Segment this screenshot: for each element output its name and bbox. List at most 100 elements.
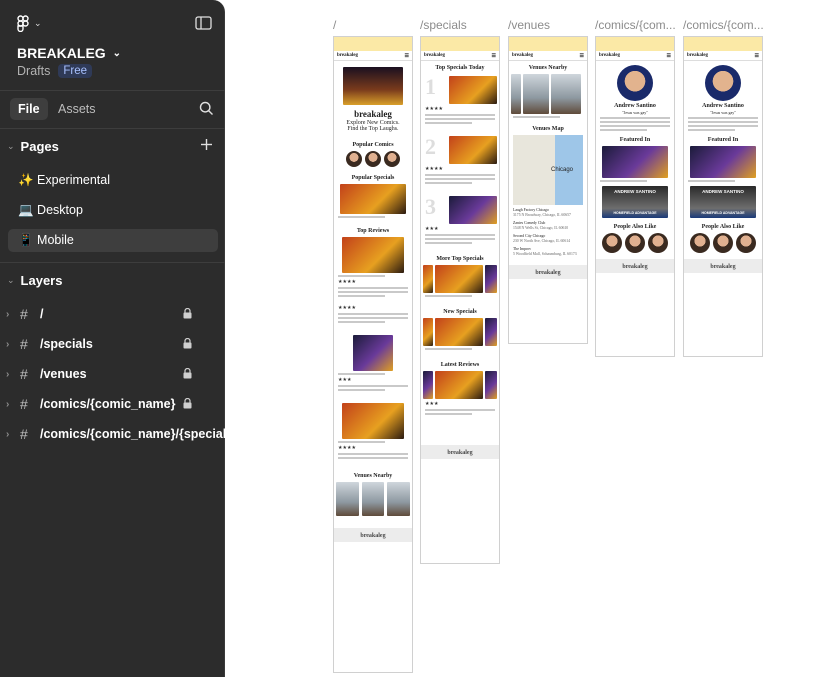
review-poster	[434, 371, 484, 399]
text-line	[338, 291, 408, 293]
frame-comic-special[interactable]: breakaleg ☰ Andrew Santino "Jesus was gay…	[683, 36, 763, 357]
lock-icon[interactable]	[183, 367, 192, 382]
page-item-label: 📱 Mobile	[18, 233, 74, 247]
add-page-button[interactable]	[200, 138, 213, 151]
hero-image	[343, 67, 403, 105]
venue-list: Laugh Factory Chicago 3175 N Broadway, C…	[513, 208, 583, 257]
section-title: New Specials	[443, 309, 477, 315]
footer-logo: breakaleg	[622, 264, 648, 270]
text-line	[338, 441, 385, 443]
section-title: Popular Specials	[351, 175, 395, 181]
search-button[interactable]	[199, 101, 214, 116]
pages-title: Pages	[20, 139, 59, 154]
chevron-right-icon[interactable]: ›	[6, 399, 9, 410]
page-footer: breakaleg	[596, 259, 674, 273]
avatar	[346, 151, 362, 167]
lock-icon[interactable]	[183, 307, 192, 322]
menu-icon: ☰	[666, 53, 671, 59]
footer-logo: breakaleg	[360, 533, 386, 539]
layer-name: /specials	[40, 337, 93, 351]
text-line	[338, 373, 385, 375]
chevron-right-icon[interactable]: ›	[6, 309, 9, 320]
venues-map[interactable]: Chicago	[513, 135, 583, 205]
text-line	[425, 348, 472, 350]
layer-name: /	[40, 307, 44, 321]
layer-name: /comics/{comic_name}	[40, 397, 176, 411]
page-item-mobile[interactable]: 📱 Mobile	[8, 229, 218, 252]
text-line	[600, 117, 670, 119]
announcement-banner	[509, 37, 587, 51]
layer-row-specials[interactable]: › # /specials	[0, 332, 225, 356]
tab-assets-label: Assets	[58, 102, 96, 116]
frame-icon: #	[20, 336, 28, 352]
rating-stars: ★★★	[425, 227, 439, 232]
layer-row-comic-special[interactable]: › # /comics/{comic_name}/{special_id}	[0, 422, 249, 446]
review-poster	[342, 237, 404, 273]
frame-label-comic-special[interactable]: /comics/{com...	[683, 18, 763, 32]
layer-row-venues[interactable]: › # /venues	[0, 362, 225, 386]
text-line	[425, 182, 472, 184]
special-poster	[485, 318, 497, 346]
plan-badge[interactable]: Free	[58, 64, 92, 78]
special-poster	[340, 184, 406, 214]
tab-file[interactable]: File	[10, 98, 48, 120]
rating-stars: ★★★★	[338, 306, 356, 311]
avatar	[625, 233, 645, 253]
review-poster	[353, 335, 393, 371]
text-line	[338, 295, 385, 297]
section-title: Top Specials Today	[435, 65, 485, 71]
section-title: Popular Comics	[352, 142, 394, 148]
frame-home[interactable]: breakaleg ☰ breakaleg Explore New Comics.…	[333, 36, 413, 673]
hero-tagline-2: Find the Top Laughs.	[347, 126, 399, 132]
frame-label-venues[interactable]: /venues	[508, 18, 588, 32]
main-menu-button[interactable]: ⌄	[17, 15, 42, 32]
page-item-experimental[interactable]: ✨ Experimental	[8, 169, 218, 192]
page-footer: breakaleg	[509, 265, 587, 279]
frame-icon: #	[20, 366, 28, 382]
text-line	[425, 178, 495, 180]
frame-label-comic[interactable]: /comics/{com...	[595, 18, 675, 32]
tab-assets[interactable]: Assets	[58, 98, 96, 120]
frame-comic[interactable]: breakaleg ☰ Andrew Santino "Jesus was gay…	[595, 36, 675, 357]
page-item-desktop[interactable]: 💻 Desktop	[8, 199, 218, 222]
text-line	[338, 385, 408, 387]
chevron-right-icon[interactable]: ›	[6, 369, 9, 380]
frame-venues[interactable]: breakaleg ☰ Venues Nearby Venues Map Chic…	[508, 36, 588, 344]
lock-icon[interactable]	[183, 397, 192, 412]
section-title: Featured In	[619, 137, 651, 143]
project-name-button[interactable]: BREAKALEG ⌄	[17, 45, 121, 61]
frame-label-home[interactable]: /	[333, 18, 393, 32]
frame-specials[interactable]: breakaleg ☰ Top Specials Today 1 ★★★★ 2 ★…	[420, 36, 500, 564]
design-canvas[interactable]: / /specials /venues /comics/{com... /com…	[226, 0, 828, 677]
comic-carousel	[596, 233, 674, 253]
chevron-right-icon[interactable]: ›	[6, 429, 9, 440]
text-line	[513, 116, 560, 118]
text-line	[688, 121, 758, 123]
ranked-special: 2	[421, 134, 499, 164]
venue-address: 3175 N Broadway, Chicago, IL 60657	[513, 213, 571, 217]
layer-row-home[interactable]: › # /	[0, 302, 225, 326]
layers-section-header[interactable]: ⌄ Layers	[7, 273, 62, 288]
venue-address: 230 W North Ave, Chicago, IL 60614	[513, 239, 571, 243]
chevron-right-icon[interactable]: ›	[6, 339, 9, 350]
special-poster: ANDREW SANTINO HOMEFIELD ADVANTAGE	[602, 186, 668, 218]
venue-address: 5 Woodfield Mall, Schaumburg, IL 60173	[513, 252, 577, 256]
text-line	[338, 313, 408, 315]
announcement-banner	[421, 37, 499, 51]
avatar	[736, 233, 756, 253]
rank-number: 1	[425, 74, 436, 99]
avatar	[384, 151, 400, 167]
special-poster	[485, 265, 497, 293]
panel-toggle-button[interactable]	[195, 16, 212, 30]
hero-logo: breakaleg	[354, 109, 392, 119]
frame-label-specials[interactable]: /specials	[420, 18, 500, 32]
text-line	[688, 180, 735, 182]
divider	[0, 262, 225, 263]
text-line	[338, 275, 385, 277]
lock-icon[interactable]	[183, 337, 192, 352]
divider	[0, 90, 225, 91]
venue-image	[336, 482, 359, 516]
pages-section-header[interactable]: ⌄ Pages	[7, 139, 59, 154]
rank-number: 3	[425, 194, 436, 219]
layer-row-comic[interactable]: › # /comics/{comic_name}	[0, 392, 225, 416]
